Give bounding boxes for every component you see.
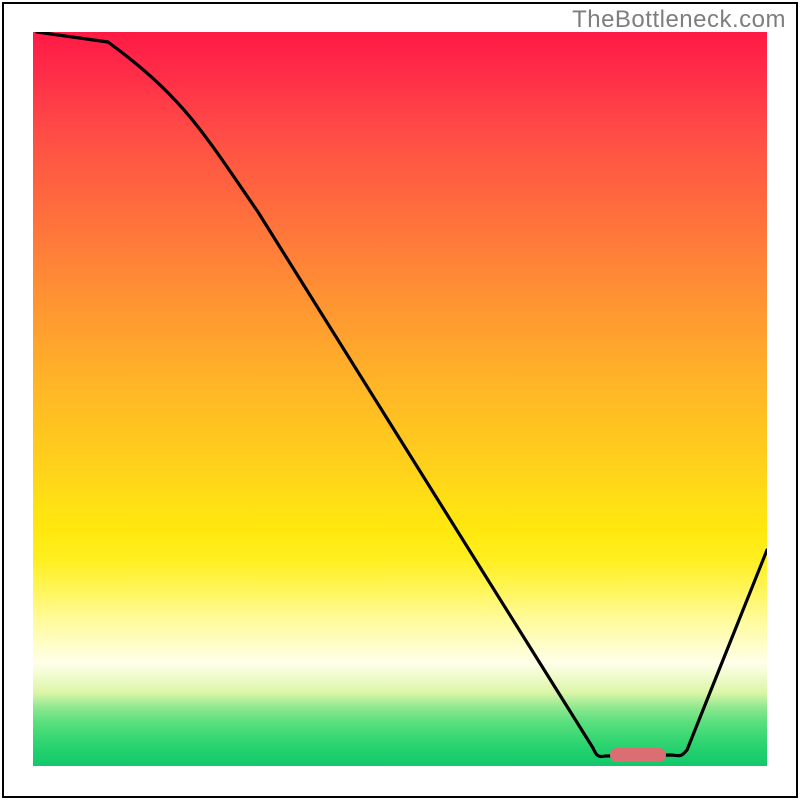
bottleneck-curve [33, 32, 767, 766]
chart-container: TheBottleneck.com [0, 0, 800, 800]
watermark-label: TheBottleneck.com [572, 6, 786, 34]
curve-path [37, 32, 767, 757]
optimal-range-marker [610, 748, 666, 762]
plot-area [33, 32, 767, 766]
